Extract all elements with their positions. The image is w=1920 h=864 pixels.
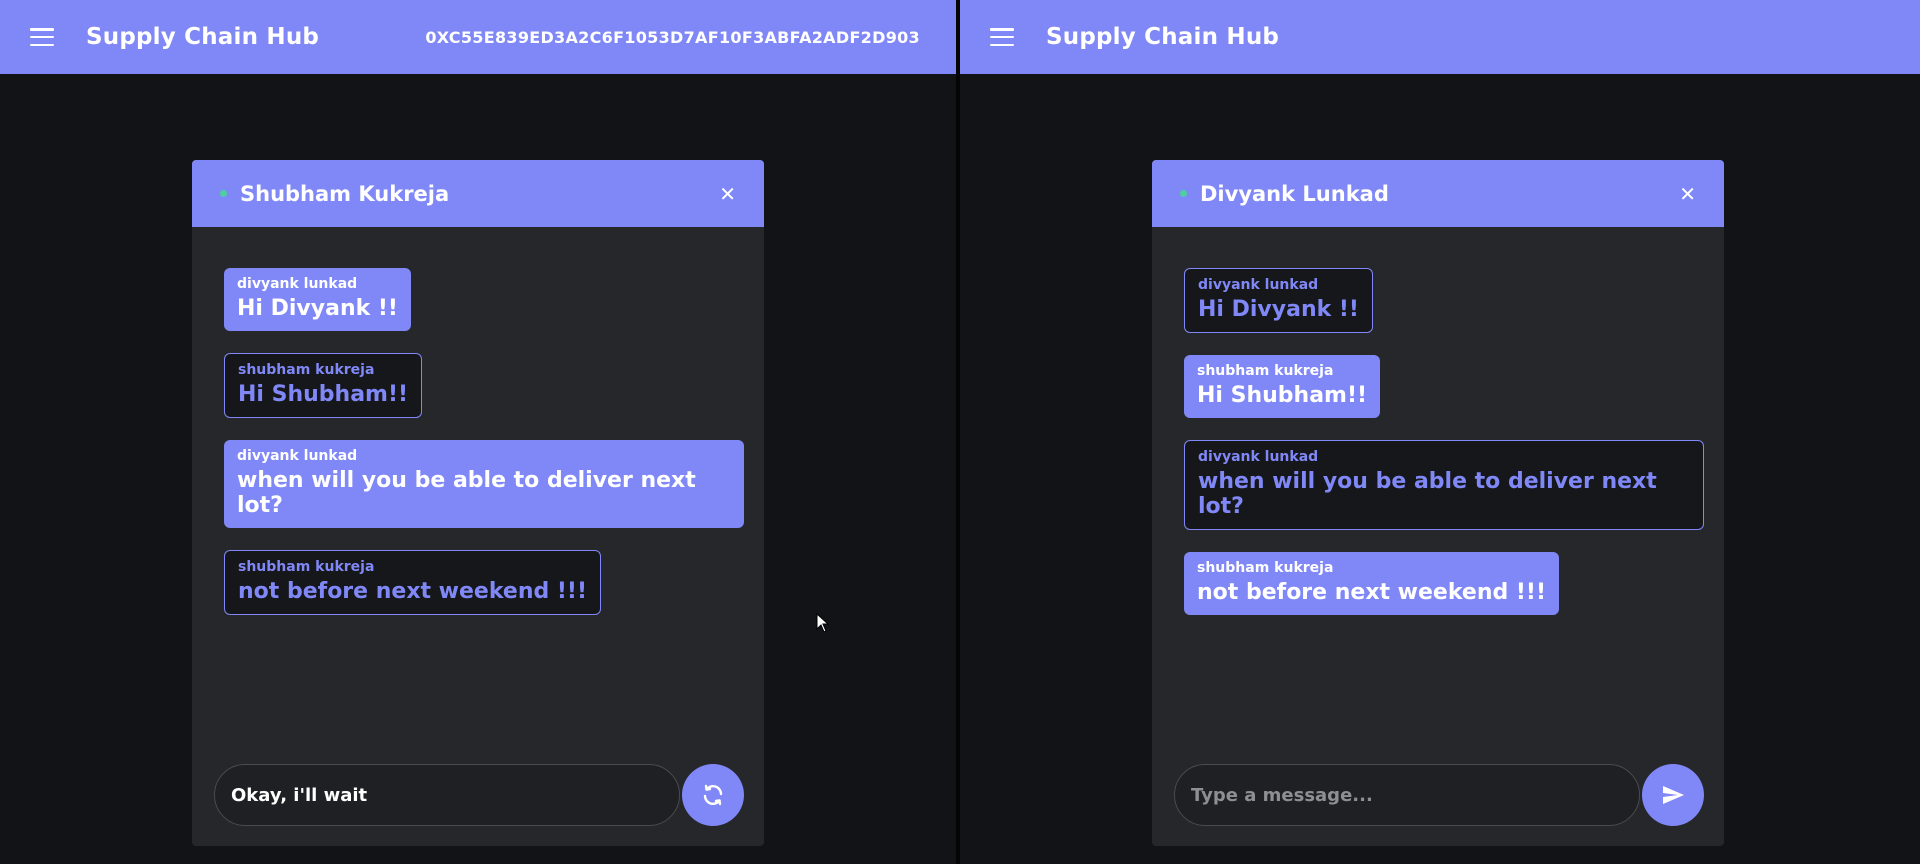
- message-text: not before next weekend !!!: [1197, 580, 1546, 605]
- app-bar: Supply Chain Hub: [960, 0, 1920, 74]
- message-sender: divyank lunkad: [1198, 277, 1319, 293]
- message-text: Hi Shubham!!: [238, 382, 409, 407]
- chat-window: Divyank Lunkad ✕ divyank lunkad Hi Divya…: [1152, 160, 1724, 846]
- message-text: Hi Shubham!!: [1197, 383, 1368, 408]
- message-list: divyank lunkad Hi Divyank !! shubham kuk…: [224, 268, 744, 637]
- chat-header: Divyank Lunkad ✕: [1152, 160, 1724, 227]
- hamburger-menu-icon[interactable]: [30, 28, 54, 46]
- message-sender: shubham kukreja: [238, 559, 375, 575]
- refresh-button[interactable]: [682, 764, 744, 826]
- message-bubble: shubham kukreja not before next weekend …: [1184, 552, 1559, 615]
- app-title: Supply Chain Hub: [86, 24, 320, 50]
- send-button[interactable]: [1642, 764, 1704, 826]
- message-bubble: shubham kukreja Hi Shubham!!: [224, 353, 423, 418]
- chat-contact-name: Divyank Lunkad: [1200, 181, 1389, 206]
- app-bar: Supply Chain Hub 0XC55E839ED3A2C6F1053D7…: [0, 0, 956, 74]
- message-sender: shubham kukreja: [238, 362, 375, 378]
- chat-window: Shubham Kukreja ✕ divyank lunkad Hi Divy…: [192, 160, 764, 846]
- chat-header: Shubham Kukreja ✕: [192, 160, 764, 227]
- message-sender: shubham kukreja: [1197, 560, 1334, 576]
- message-sender: divyank lunkad: [237, 276, 358, 292]
- message-input[interactable]: [1174, 764, 1640, 826]
- online-status-icon: [1180, 190, 1187, 197]
- wallet-address: 0XC55E839ED3A2C6F1053D7AF10F3ABFA2ADF2D9…: [425, 27, 920, 47]
- refresh-icon: [703, 784, 723, 806]
- left-browser-pane: Supply Chain Hub 0XC55E839ED3A2C6F1053D7…: [0, 0, 956, 864]
- message-composer: [1174, 764, 1704, 826]
- message-bubble: divyank lunkad when will you be able to …: [1184, 440, 1704, 530]
- message-text: not before next weekend !!!: [238, 579, 587, 604]
- message-composer: [214, 764, 744, 826]
- online-status-icon: [220, 190, 227, 197]
- message-sender: divyank lunkad: [1198, 449, 1319, 465]
- message-sender: shubham kukreja: [1197, 363, 1334, 379]
- app-title: Supply Chain Hub: [1046, 24, 1280, 50]
- message-text: Hi Divyank !!: [1198, 297, 1359, 322]
- message-input[interactable]: [214, 764, 680, 826]
- chat-contact-name: Shubham Kukreja: [240, 181, 450, 206]
- right-browser-pane: Supply Chain Hub Divyank Lunkad ✕ divyan…: [960, 0, 1920, 864]
- message-text: when will you be able to deliver next lo…: [237, 468, 696, 518]
- close-icon[interactable]: ✕: [719, 182, 736, 206]
- message-list: divyank lunkad Hi Divyank !! shubham kuk…: [1184, 268, 1704, 637]
- mouse-cursor-icon: [816, 613, 830, 633]
- message-bubble: divyank lunkad when will you be able to …: [224, 440, 744, 528]
- message-bubble: divyank lunkad Hi Divyank !!: [224, 268, 411, 331]
- message-sender: divyank lunkad: [237, 448, 358, 464]
- hamburger-menu-icon[interactable]: [990, 28, 1014, 46]
- message-text: when will you be able to deliver next lo…: [1198, 469, 1657, 519]
- send-icon: [1663, 786, 1684, 804]
- close-icon[interactable]: ✕: [1679, 182, 1696, 206]
- message-bubble: shubham kukreja not before next weekend …: [224, 550, 601, 615]
- message-bubble: divyank lunkad Hi Divyank !!: [1184, 268, 1373, 333]
- message-text: Hi Divyank !!: [237, 296, 398, 321]
- message-bubble: shubham kukreja Hi Shubham!!: [1184, 355, 1381, 418]
